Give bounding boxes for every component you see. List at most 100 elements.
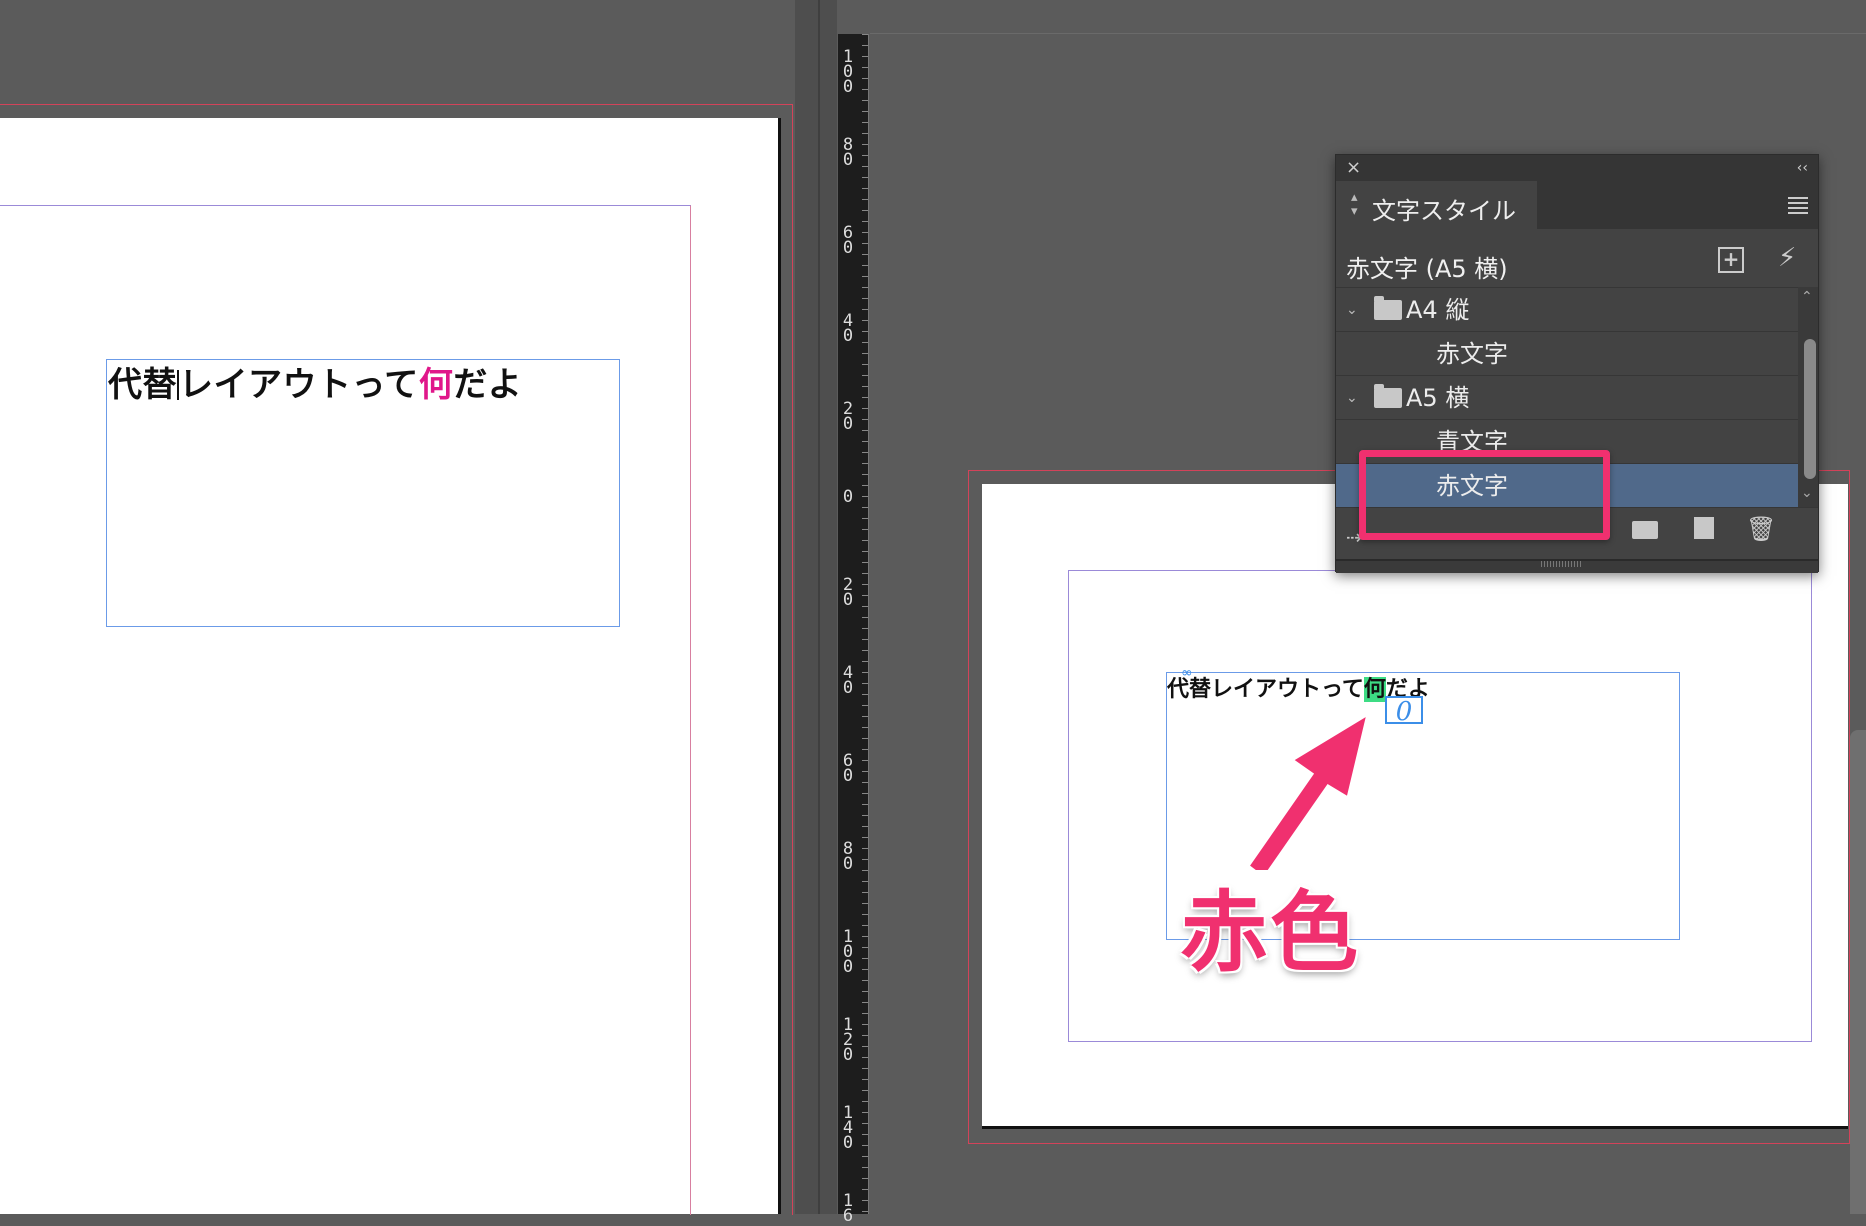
ruler-label: 8 0 xyxy=(842,135,854,170)
new-group-folder-icon[interactable] xyxy=(1632,521,1658,539)
ruler-tick xyxy=(862,463,868,464)
left-text-before: 代替 xyxy=(108,365,177,405)
annotation-arrow xyxy=(1245,710,1371,870)
left-text-content[interactable]: 代替レイアウトって何だよ xyxy=(108,357,522,406)
ruler-tick xyxy=(862,771,868,772)
ruler-tick xyxy=(862,837,868,838)
ruler-tick xyxy=(862,716,868,717)
folder-icon xyxy=(1374,296,1402,320)
ruler-tick xyxy=(862,287,868,288)
ruler-tick xyxy=(862,1178,868,1179)
ruler-tick xyxy=(862,243,868,244)
ruler-tick xyxy=(862,232,868,233)
ruler-tick xyxy=(862,122,868,123)
ruler-tick xyxy=(862,958,868,959)
ruler-tick xyxy=(862,694,868,695)
ruler-tick xyxy=(862,1156,868,1157)
ruler-tick xyxy=(862,551,868,552)
ruler-tick xyxy=(862,386,868,387)
ruler-tick xyxy=(862,969,868,970)
ruler-tick xyxy=(862,1024,868,1025)
ruler-label: 1 6 xyxy=(842,1191,854,1226)
ruler-tick xyxy=(862,485,868,486)
ruler-tick xyxy=(862,78,868,79)
tab-label: 文字スタイル xyxy=(1372,197,1516,225)
chevron-down-icon[interactable]: ⌄ xyxy=(1346,376,1358,420)
right-scrollbar[interactable] xyxy=(1850,730,1866,1214)
ruler-tick xyxy=(862,782,868,783)
ruler-tick xyxy=(862,188,868,189)
ruler-tick xyxy=(862,881,868,882)
ruler-tick xyxy=(862,221,868,222)
left-text-highlight: 何 xyxy=(418,365,454,405)
ruler-tick xyxy=(862,1145,868,1146)
panel-menu-icon[interactable] xyxy=(1788,197,1808,217)
split-view-divider[interactable] xyxy=(818,0,820,1214)
ruler-tick xyxy=(862,760,868,761)
ruler-tick xyxy=(862,661,868,662)
ruler-tick xyxy=(862,452,868,453)
trash-icon[interactable]: 🗑 xyxy=(1746,515,1776,543)
ruler-tick xyxy=(862,947,868,948)
panel-title-bar[interactable] xyxy=(1336,155,1818,181)
collapse-icon[interactable]: ‹‹ xyxy=(1797,155,1808,181)
ruler-tick xyxy=(862,496,868,497)
scrollbar-thumb[interactable] xyxy=(1804,339,1816,479)
ruler-tick xyxy=(862,397,868,398)
ruler-tick xyxy=(862,980,868,981)
left-text-after: だよ xyxy=(453,365,523,405)
ruler-tick xyxy=(862,166,868,167)
ruler-tick xyxy=(862,177,868,178)
list-item-group-a4[interactable]: ⌄ A4 縦 xyxy=(1336,287,1798,332)
ruler-tick xyxy=(862,342,868,343)
ruler-tick xyxy=(862,1167,868,1168)
ruler-tick xyxy=(862,89,868,90)
ruler-tick xyxy=(862,155,868,156)
ruler-tick xyxy=(862,1002,868,1003)
ruler-tick xyxy=(862,738,868,739)
ruler-tick xyxy=(862,595,868,596)
ruler-tick xyxy=(862,298,868,299)
ruler-tick xyxy=(862,34,868,35)
overset-text-icon[interactable]: 0 xyxy=(1385,696,1423,726)
ruler-tick xyxy=(862,903,868,904)
ruler-tick xyxy=(862,672,868,673)
ruler-label: 6 0 xyxy=(842,223,854,258)
vertical-ruler[interactable]: 1 0 0 8 0 6 0 4 0 2 0 0 2 0 4 0 6 0 8 0 1 0 0 1 2 0… xyxy=(838,34,869,1225)
ruler-tick xyxy=(862,430,868,431)
ruler-label: 4 0 xyxy=(842,663,854,698)
ruler-tick xyxy=(862,375,868,376)
ruler-tick xyxy=(862,639,868,640)
ruler-tick xyxy=(862,1200,868,1201)
ruler-tick xyxy=(862,628,868,629)
chevron-up-icon[interactable]: ⌃ xyxy=(1801,289,1813,305)
ruler-tick xyxy=(862,56,868,57)
ruler-label: 6 0 xyxy=(842,751,854,786)
chevron-down-icon[interactable]: ⌄ xyxy=(1801,485,1813,501)
quick-apply-icon[interactable]: ⚡ xyxy=(1778,243,1796,273)
ruler-tick xyxy=(862,914,868,915)
close-icon[interactable]: × xyxy=(1346,155,1361,181)
current-style-label: 赤文字 (A5 横) xyxy=(1346,255,1508,283)
ruler-tick xyxy=(862,309,868,310)
list-item-style[interactable]: 赤文字 xyxy=(1336,331,1798,376)
ruler-tick xyxy=(862,353,868,354)
right-text-highlight: 何 xyxy=(1363,677,1386,702)
ruler-tick xyxy=(862,100,868,101)
list-item-group-a5[interactable]: ⌄ A5 横 xyxy=(1336,375,1798,420)
ruler-tick xyxy=(862,804,868,805)
create-style-icon[interactable]: + xyxy=(1718,247,1744,273)
ruler-tick xyxy=(862,650,868,651)
ruler-tick xyxy=(862,1035,868,1036)
ruler-tick xyxy=(862,67,868,68)
link-icon: ∞ xyxy=(1181,665,1193,681)
right-ruler-edge xyxy=(870,33,1866,34)
new-style-icon[interactable] xyxy=(1694,517,1714,539)
ruler-tick xyxy=(862,408,868,409)
ruler-tick xyxy=(862,133,868,134)
ruler-label: 2 0 xyxy=(842,399,854,434)
sort-arrows-icon: ▴ ▾ xyxy=(1351,190,1358,219)
chevron-down-icon[interactable]: ⌄ xyxy=(1346,288,1358,332)
ruler-tick xyxy=(862,826,868,827)
ruler-tick xyxy=(862,265,868,266)
